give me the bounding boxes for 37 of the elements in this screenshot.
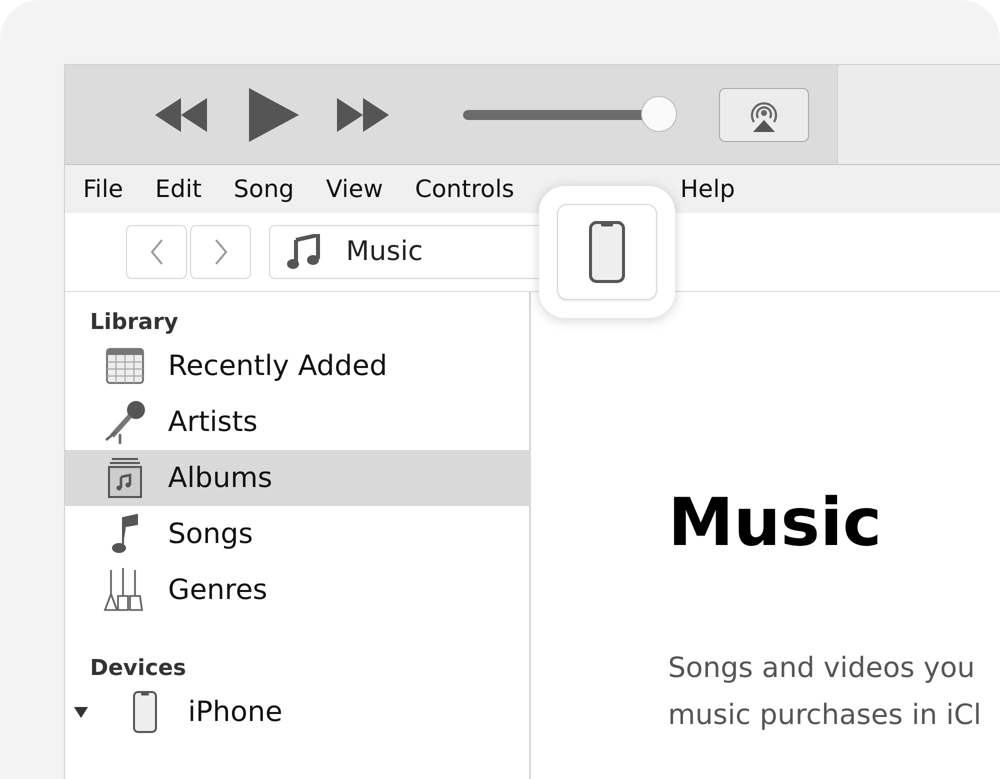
play-button[interactable] [249,88,299,142]
smartphone-icon [589,221,625,283]
disclosure-triangle-icon[interactable] [74,705,88,719]
menu-item[interactable]: Edit [155,171,202,207]
description-line: Songs and videos you [668,650,976,686]
section-header: Devices [89,655,188,683]
menu-item[interactable]: Help [680,171,735,207]
fast-forward-button[interactable] [337,98,389,132]
chevron-right-icon [214,238,228,266]
sidebar-item[interactable]: Genres [65,562,529,618]
calendar-grid-icon [106,348,144,384]
sidebar-item[interactable]: Recently Added [65,338,529,394]
music-note-icon [111,514,139,554]
rewind-button[interactable] [155,98,207,132]
menu-item[interactable]: Song [234,171,294,207]
menu-item[interactable]: File [83,171,124,207]
media-picker-label: Music [346,234,423,269]
section-header: Library [89,309,180,337]
device-button[interactable] [557,204,657,300]
microphone-icon [104,400,146,444]
sidebar-item[interactable]: Artists [65,394,529,450]
fast-forward-icon [337,98,389,132]
page-title: Music [668,490,883,556]
rewind-icon [155,98,207,132]
chevron-left-icon [150,238,164,266]
airplay-button[interactable] [719,88,809,142]
play-icon [249,88,299,142]
sidebar-item[interactable]: Albums [65,450,529,506]
music-note-icon [286,234,320,270]
menu-item[interactable]: Controls [414,171,514,207]
smartphone-icon [133,691,157,733]
album-stack-icon [108,458,142,498]
sidebar-item[interactable]: Songs [65,506,529,562]
sidebar-item[interactable]: iPhone [65,684,529,740]
description-line: music purchases in iCl [668,697,982,733]
menu-item[interactable]: View [326,171,383,207]
slider-thumb[interactable] [641,96,677,132]
